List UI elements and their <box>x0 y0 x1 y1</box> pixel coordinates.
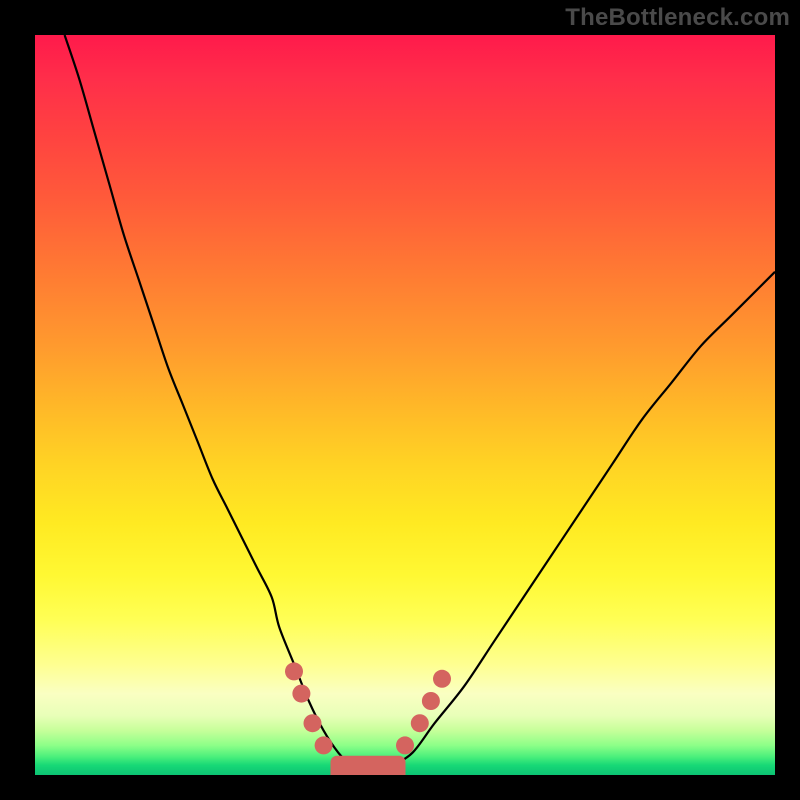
bottleneck-curve <box>65 35 775 775</box>
marker-right-cluster-a <box>396 736 414 754</box>
marker-left-cluster-a <box>292 685 310 703</box>
chart-frame: TheBottleneck.com <box>0 0 800 800</box>
watermark-text: TheBottleneck.com <box>565 4 790 32</box>
marker-right-cluster-top <box>433 670 451 688</box>
marker-right-cluster-c <box>422 692 440 710</box>
plot-area <box>35 35 775 775</box>
curve-layer <box>35 35 775 775</box>
curve-floor-band <box>331 756 405 775</box>
marker-left-cluster-c <box>315 736 333 754</box>
marker-left-cluster-b <box>304 714 322 732</box>
marker-left-cluster-top <box>285 662 303 680</box>
marker-right-cluster-b <box>411 714 429 732</box>
marker-layer <box>285 662 451 754</box>
